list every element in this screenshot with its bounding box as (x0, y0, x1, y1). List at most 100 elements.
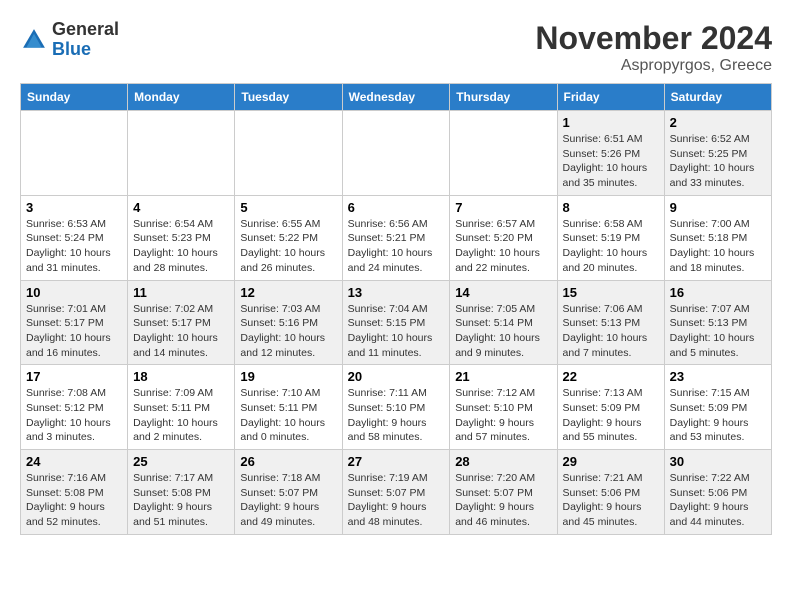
day-number: 26 (240, 454, 336, 469)
day-of-week-header: Wednesday (342, 84, 450, 111)
calendar-cell: 1 Sunrise: 6:51 AM Sunset: 5:26 PM Daylig… (557, 111, 664, 196)
day-number: 11 (133, 285, 229, 300)
day-number: 21 (455, 369, 551, 384)
day-content: Sunrise: 7:02 AM Sunset: 5:17 PM Dayligh… (133, 302, 229, 361)
calendar-cell: 2 Sunrise: 6:52 AM Sunset: 5:25 PM Daylig… (664, 111, 771, 196)
day-content: Sunrise: 7:04 AM Sunset: 5:15 PM Dayligh… (348, 302, 445, 361)
calendar-cell: 14Sunrise: 7:05 AM Sunset: 5:14 PM Dayli… (450, 280, 557, 365)
day-content: Sunrise: 7:20 AM Sunset: 5:07 PM Dayligh… (455, 471, 551, 530)
day-number: 1 (563, 115, 659, 130)
calendar-cell: 10Sunrise: 7:01 AM Sunset: 5:17 PM Dayli… (21, 280, 128, 365)
day-content: Sunrise: 7:21 AM Sunset: 5:06 PM Dayligh… (563, 471, 659, 530)
day-number: 28 (455, 454, 551, 469)
day-content: Sunrise: 6:57 AM Sunset: 5:20 PM Dayligh… (455, 217, 551, 276)
day-number: 17 (26, 369, 122, 384)
calendar-cell: 5Sunrise: 6:55 AM Sunset: 5:22 PM Daylig… (235, 195, 342, 280)
calendar-cell: 6Sunrise: 6:56 AM Sunset: 5:21 PM Daylig… (342, 195, 450, 280)
day-number: 18 (133, 369, 229, 384)
month-title: November 2024 (535, 20, 772, 57)
calendar-week-row: 17 Sunrise: 7:08 AM Sunset: 5:12 PM Dayli… (21, 365, 772, 450)
calendar-cell: 8 Sunrise: 6:58 AM Sunset: 5:19 PM Daylig… (557, 195, 664, 280)
calendar-cell: 26 Sunrise: 7:18 AM Sunset: 5:07 PM Dayli… (235, 450, 342, 535)
day-content: Sunrise: 6:53 AM Sunset: 5:24 PM Dayligh… (26, 217, 122, 276)
calendar-cell (342, 111, 450, 196)
day-number: 20 (348, 369, 445, 384)
day-number: 8 (563, 200, 659, 215)
day-of-week-header: Thursday (450, 84, 557, 111)
calendar-cell: 29 Sunrise: 7:21 AM Sunset: 5:06 PM Dayli… (557, 450, 664, 535)
day-content: Sunrise: 7:16 AM Sunset: 5:08 PM Dayligh… (26, 471, 122, 530)
day-number: 29 (563, 454, 659, 469)
day-number: 23 (670, 369, 766, 384)
day-content: Sunrise: 7:12 AM Sunset: 5:10 PM Dayligh… (455, 386, 551, 445)
day-content: Sunrise: 7:19 AM Sunset: 5:07 PM Dayligh… (348, 471, 445, 530)
day-number: 7 (455, 200, 551, 215)
day-content: Sunrise: 7:01 AM Sunset: 5:17 PM Dayligh… (26, 302, 122, 361)
day-number: 15 (563, 285, 659, 300)
day-content: Sunrise: 7:00 AM Sunset: 5:18 PM Dayligh… (670, 217, 766, 276)
calendar-cell: 7 Sunrise: 6:57 AM Sunset: 5:20 PM Daylig… (450, 195, 557, 280)
day-content: Sunrise: 7:10 AM Sunset: 5:11 PM Dayligh… (240, 386, 336, 445)
page-header: General Blue November 2024 Aspropyrgos, … (20, 20, 772, 75)
calendar-cell: 30 Sunrise: 7:22 AM Sunset: 5:06 PM Dayli… (664, 450, 771, 535)
calendar-body: 1 Sunrise: 6:51 AM Sunset: 5:26 PM Daylig… (21, 111, 772, 535)
day-content: Sunrise: 7:03 AM Sunset: 5:16 PM Dayligh… (240, 302, 336, 361)
day-content: Sunrise: 7:11 AM Sunset: 5:10 PM Dayligh… (348, 386, 445, 445)
day-number: 3 (26, 200, 122, 215)
title-block: November 2024 Aspropyrgos, Greece (535, 20, 772, 75)
calendar-cell: 11 Sunrise: 7:02 AM Sunset: 5:17 PM Dayli… (128, 280, 235, 365)
day-content: Sunrise: 7:09 AM Sunset: 5:11 PM Dayligh… (133, 386, 229, 445)
day-content: Sunrise: 6:58 AM Sunset: 5:19 PM Dayligh… (563, 217, 659, 276)
day-number: 6 (348, 200, 445, 215)
logo: General Blue (20, 20, 119, 60)
day-number: 2 (670, 115, 766, 130)
calendar-cell: 15 Sunrise: 7:06 AM Sunset: 5:13 PM Dayli… (557, 280, 664, 365)
day-of-week-header: Monday (128, 84, 235, 111)
day-of-week-header: Friday (557, 84, 664, 111)
location: Aspropyrgos, Greece (535, 57, 772, 75)
calendar-cell: 24Sunrise: 7:16 AM Sunset: 5:08 PM Dayli… (21, 450, 128, 535)
day-number: 9 (670, 200, 766, 215)
calendar-cell (235, 111, 342, 196)
day-of-week-header: Saturday (664, 84, 771, 111)
day-content: Sunrise: 6:51 AM Sunset: 5:26 PM Dayligh… (563, 132, 659, 191)
calendar-cell: 19 Sunrise: 7:10 AM Sunset: 5:11 PM Dayli… (235, 365, 342, 450)
calendar-week-row: 1 Sunrise: 6:51 AM Sunset: 5:26 PM Daylig… (21, 111, 772, 196)
day-number: 12 (240, 285, 336, 300)
day-number: 27 (348, 454, 445, 469)
day-content: Sunrise: 7:15 AM Sunset: 5:09 PM Dayligh… (670, 386, 766, 445)
day-content: Sunrise: 6:54 AM Sunset: 5:23 PM Dayligh… (133, 217, 229, 276)
day-number: 13 (348, 285, 445, 300)
calendar-cell: 4 Sunrise: 6:54 AM Sunset: 5:23 PM Daylig… (128, 195, 235, 280)
logo-icon (20, 26, 48, 54)
calendar-cell (21, 111, 128, 196)
calendar-cell: 3 Sunrise: 6:53 AM Sunset: 5:24 PM Daylig… (21, 195, 128, 280)
day-number: 4 (133, 200, 229, 215)
day-of-week-header: Tuesday (235, 84, 342, 111)
logo-text: General Blue (52, 20, 119, 60)
calendar-cell: 9 Sunrise: 7:00 AM Sunset: 5:18 PM Daylig… (664, 195, 771, 280)
day-content: Sunrise: 7:13 AM Sunset: 5:09 PM Dayligh… (563, 386, 659, 445)
calendar-cell: 20 Sunrise: 7:11 AM Sunset: 5:10 PM Dayli… (342, 365, 450, 450)
calendar-cell: 12 Sunrise: 7:03 AM Sunset: 5:16 PM Dayli… (235, 280, 342, 365)
day-of-week-header: Sunday (21, 84, 128, 111)
day-content: Sunrise: 7:06 AM Sunset: 5:13 PM Dayligh… (563, 302, 659, 361)
day-number: 19 (240, 369, 336, 384)
day-content: Sunrise: 7:22 AM Sunset: 5:06 PM Dayligh… (670, 471, 766, 530)
calendar-cell: 13 Sunrise: 7:04 AM Sunset: 5:15 PM Dayli… (342, 280, 450, 365)
calendar-cell: 18 Sunrise: 7:09 AM Sunset: 5:11 PM Dayli… (128, 365, 235, 450)
day-number: 30 (670, 454, 766, 469)
calendar-header-row: SundayMondayTuesdayWednesdayThursdayFrid… (21, 84, 772, 111)
calendar-week-row: 3 Sunrise: 6:53 AM Sunset: 5:24 PM Daylig… (21, 195, 772, 280)
day-number: 14 (455, 285, 551, 300)
calendar-cell: 23 Sunrise: 7:15 AM Sunset: 5:09 PM Dayli… (664, 365, 771, 450)
day-content: Sunrise: 7:07 AM Sunset: 5:13 PM Dayligh… (670, 302, 766, 361)
calendar-cell: 28 Sunrise: 7:20 AM Sunset: 5:07 PM Dayli… (450, 450, 557, 535)
calendar-table: SundayMondayTuesdayWednesdayThursdayFrid… (20, 83, 772, 535)
day-content: Sunrise: 6:52 AM Sunset: 5:25 PM Dayligh… (670, 132, 766, 191)
day-content: Sunrise: 7:08 AM Sunset: 5:12 PM Dayligh… (26, 386, 122, 445)
day-content: Sunrise: 7:18 AM Sunset: 5:07 PM Dayligh… (240, 471, 336, 530)
calendar-cell (450, 111, 557, 196)
calendar-cell: 25Sunrise: 7:17 AM Sunset: 5:08 PM Dayli… (128, 450, 235, 535)
calendar-cell: 22Sunrise: 7:13 AM Sunset: 5:09 PM Dayli… (557, 365, 664, 450)
